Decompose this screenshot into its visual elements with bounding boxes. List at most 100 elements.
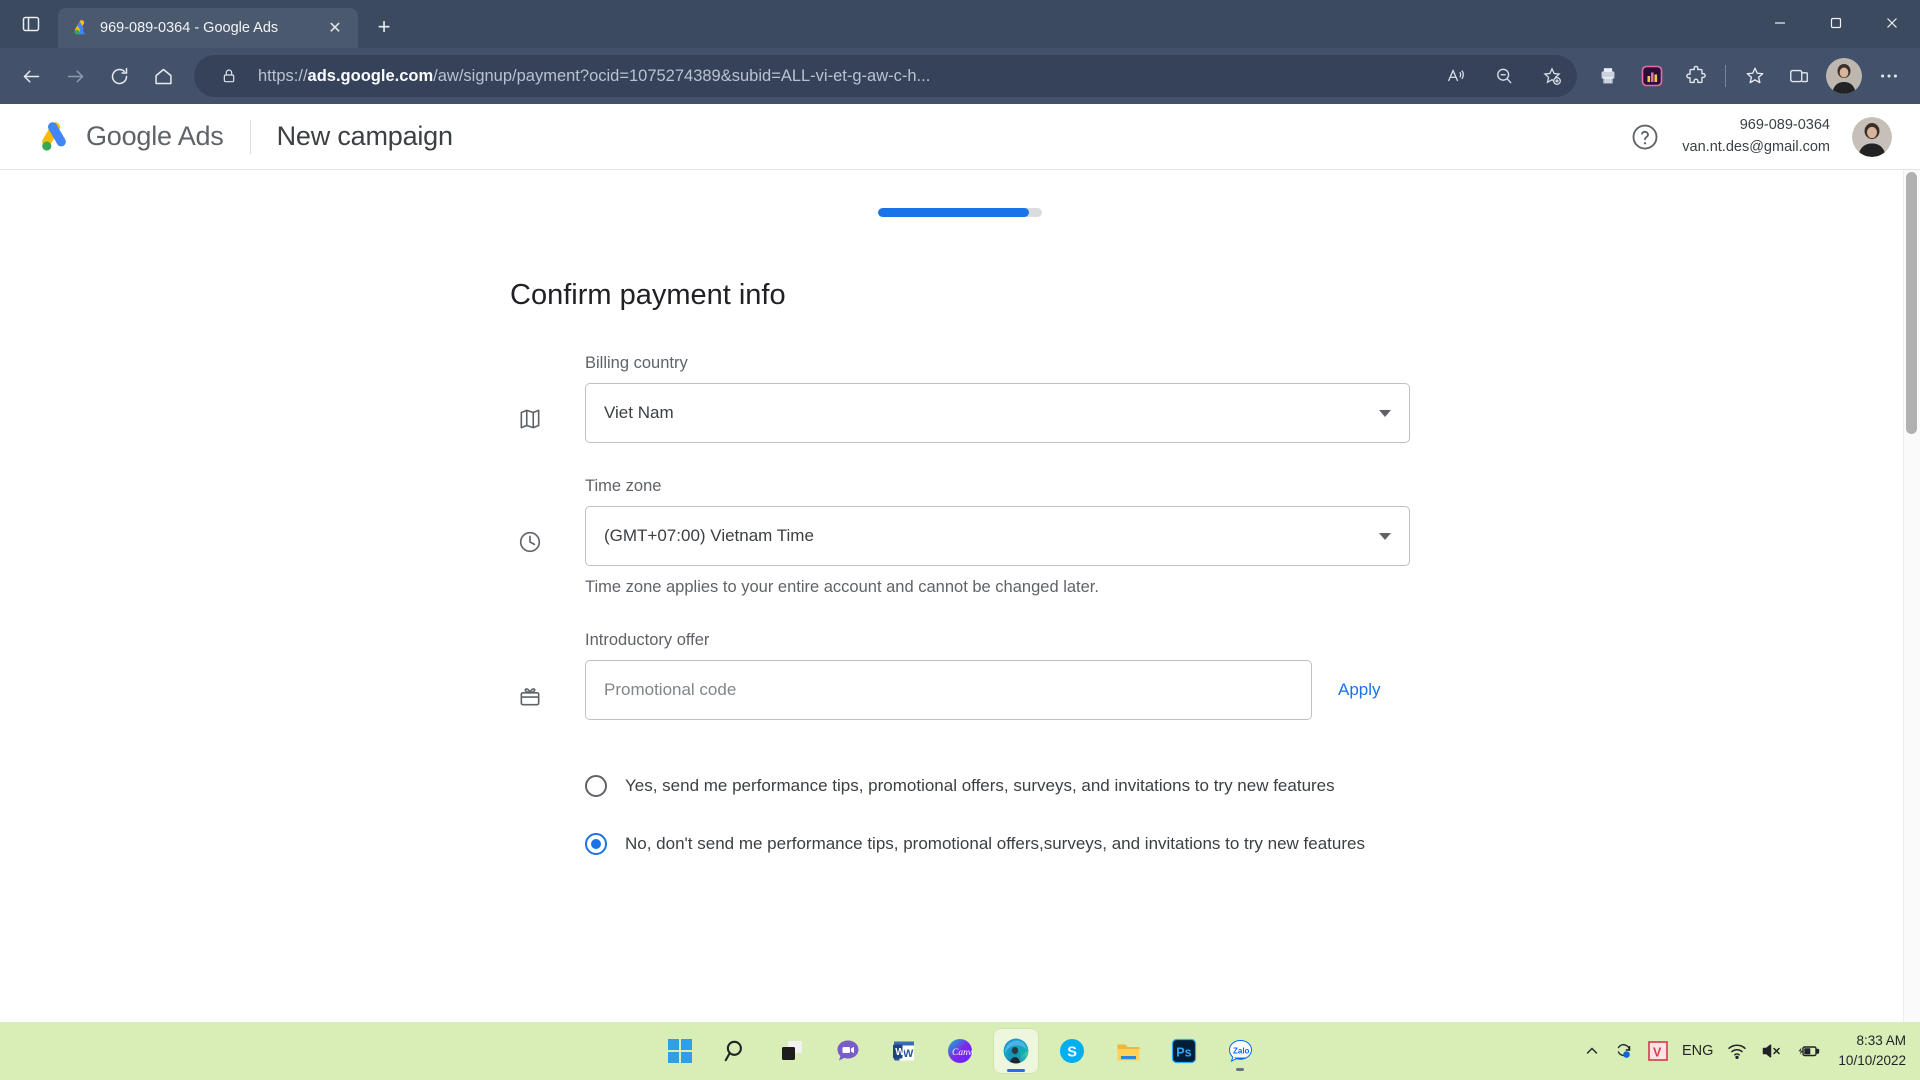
google-ads-favicon: [72, 19, 90, 37]
extensions-puzzle-icon[interactable]: [1675, 55, 1717, 97]
page-scrollbar[interactable]: [1903, 170, 1920, 1022]
system-tray: V ENG 8:33 AM 10/10/2022: [1584, 1031, 1906, 1072]
google-ads-logo[interactable]: Google Ads: [36, 120, 224, 154]
header-divider: [249, 119, 251, 154]
print-extension-icon[interactable]: [1587, 55, 1629, 97]
tab-strip: 969-089-0364 - Google Ads ✕ +: [0, 0, 1920, 48]
email-preference-label-yes: Yes, send me performance tips, promotion…: [625, 776, 1335, 795]
window-controls: [1752, 0, 1920, 46]
map-icon: [510, 354, 550, 432]
maximize-button[interactable]: [1808, 0, 1864, 46]
refresh-icon[interactable]: [98, 55, 140, 97]
chevron-up-icon[interactable]: [1584, 1043, 1600, 1059]
battery-charging-icon[interactable]: [1796, 1042, 1820, 1060]
time-zone-select[interactable]: (GMT+07:00) Vietnam Time: [585, 506, 1410, 566]
time-zone-helper-text: Time zone applies to your entire account…: [585, 578, 1099, 596]
close-icon[interactable]: ✕: [322, 15, 348, 41]
svg-text:W: W: [895, 1047, 905, 1058]
input-language[interactable]: ENG: [1682, 1043, 1713, 1059]
collections-favorites-icon[interactable]: [1734, 55, 1776, 97]
read-aloud-icon[interactable]: [1437, 58, 1475, 94]
chevron-down-icon[interactable]: [1379, 532, 1391, 540]
billing-country-label: Billing country: [585, 354, 688, 372]
radio-button-yes[interactable]: [585, 775, 607, 797]
help-question-icon[interactable]: [1630, 122, 1660, 152]
taskbar-app-list: WW Canva: [658, 1029, 1262, 1073]
email-preference-option-no[interactable]: No, don't send me performance tips, prom…: [585, 830, 1410, 858]
tab-title: 969-089-0364 - Google Ads: [100, 20, 279, 36]
introductory-offer-label: Introductory offer: [585, 631, 710, 649]
svg-text:V: V: [1653, 1046, 1662, 1060]
gift-card-icon: [510, 631, 550, 709]
browser-tab[interactable]: 969-089-0364 - Google Ads ✕: [58, 8, 358, 48]
edge-browser-icon[interactable]: [994, 1029, 1038, 1073]
photoshop-icon[interactable]: Ps: [1162, 1029, 1206, 1073]
chat-teams-icon[interactable]: [826, 1029, 870, 1073]
skype-icon[interactable]: S: [1050, 1029, 1094, 1073]
add-favorite-star-icon[interactable]: [1533, 58, 1571, 94]
browser-window: 969-089-0364 - Google Ads ✕ + https://ad…: [0, 0, 1920, 1022]
promotional-code-input[interactable]: Promotional code: [585, 660, 1312, 720]
signup-progress: [0, 170, 1920, 217]
profile-avatar-icon[interactable]: [1826, 58, 1862, 94]
analytics-extension-icon[interactable]: [1631, 55, 1673, 97]
progress-fill: [878, 208, 1029, 217]
chevron-down-icon[interactable]: [1379, 409, 1391, 417]
google-ads-logo-icon: [36, 120, 72, 154]
time-zone-field: Time zone (GMT+07:00) Vietnam Time Time …: [510, 477, 1410, 597]
word-icon[interactable]: WW: [882, 1029, 926, 1073]
file-explorer-icon[interactable]: [1106, 1029, 1150, 1073]
email-preferences-group: Yes, send me performance tips, promotion…: [510, 772, 1410, 858]
task-view-icon[interactable]: [770, 1029, 814, 1073]
url-text[interactable]: https://ads.google.com/aw/signup/payment…: [258, 67, 1427, 86]
new-tab-button[interactable]: +: [366, 9, 402, 45]
zalo-icon[interactable]: Zalo: [1218, 1029, 1262, 1073]
page-title: New campaign: [276, 121, 453, 151]
svg-text:Canva: Canva: [952, 1048, 973, 1058]
account-info: 969-089-0364 van.nt.des@gmail.com: [1682, 115, 1830, 157]
form-title: Confirm payment info: [510, 279, 786, 311]
clock-date: 10/10/2022: [1838, 1053, 1906, 1068]
google-ads-wordmark: Google Ads: [86, 121, 224, 151]
time-zone-value: (GMT+07:00) Vietnam Time: [604, 526, 814, 545]
svg-text:S: S: [1067, 1045, 1077, 1061]
search-icon[interactable]: [714, 1029, 758, 1073]
email-preference-label-no: No, don't send me performance tips, prom…: [625, 834, 1365, 854]
radio-button-no[interactable]: [585, 833, 607, 856]
onedrive-sync-icon[interactable]: [1614, 1042, 1634, 1060]
settings-and-more-icon[interactable]: [1868, 55, 1910, 97]
scrollbar-thumb[interactable]: [1906, 172, 1917, 434]
header-right-cluster: 969-089-0364 van.nt.des@gmail.com: [1630, 115, 1892, 157]
clock-icon: [510, 477, 550, 555]
clock[interactable]: 8:33 AM 10/10/2022: [1838, 1031, 1906, 1072]
promotional-code-placeholder: Promotional code: [604, 680, 737, 699]
address-bar[interactable]: https://ads.google.com/aw/signup/payment…: [194, 55, 1577, 97]
lock-icon[interactable]: [210, 58, 248, 94]
progress-track: [878, 208, 1042, 217]
tab-actions-icon[interactable]: [10, 4, 52, 44]
email-preference-option-yes[interactable]: Yes, send me performance tips, promotion…: [585, 772, 1410, 800]
wifi-icon[interactable]: [1727, 1042, 1747, 1060]
unikey-v-icon[interactable]: V: [1648, 1041, 1668, 1061]
google-ads-header: Google Ads New campaign 969-089-0364 van…: [0, 104, 1920, 170]
minimize-button[interactable]: [1752, 0, 1808, 46]
time-zone-label: Time zone: [585, 477, 662, 495]
back-arrow-icon[interactable]: [10, 55, 52, 97]
start-button[interactable]: [658, 1029, 702, 1073]
forward-arrow-icon[interactable]: [54, 55, 96, 97]
payment-form: Confirm payment info Billing country Vie…: [0, 279, 1920, 858]
billing-country-field: Billing country Viet Nam: [510, 354, 1410, 443]
close-window-button[interactable]: [1864, 0, 1920, 46]
browser-essentials-icon[interactable]: [1778, 55, 1820, 97]
avatar[interactable]: [1852, 116, 1892, 157]
introductory-offer-field: Introductory offer Promotional code Appl…: [510, 631, 1410, 720]
windows-taskbar: WW Canva: [0, 1022, 1920, 1080]
apply-button[interactable]: Apply: [1338, 680, 1381, 700]
billing-country-value: Viet Nam: [604, 403, 674, 422]
zoom-out-icon[interactable]: [1485, 58, 1523, 94]
page-viewport: Google Ads New campaign 969-089-0364 van…: [0, 104, 1920, 1022]
billing-country-select[interactable]: Viet Nam: [585, 383, 1410, 443]
volume-muted-icon[interactable]: [1761, 1042, 1782, 1060]
canva-icon[interactable]: Canva: [938, 1029, 982, 1073]
home-icon[interactable]: [142, 55, 184, 97]
